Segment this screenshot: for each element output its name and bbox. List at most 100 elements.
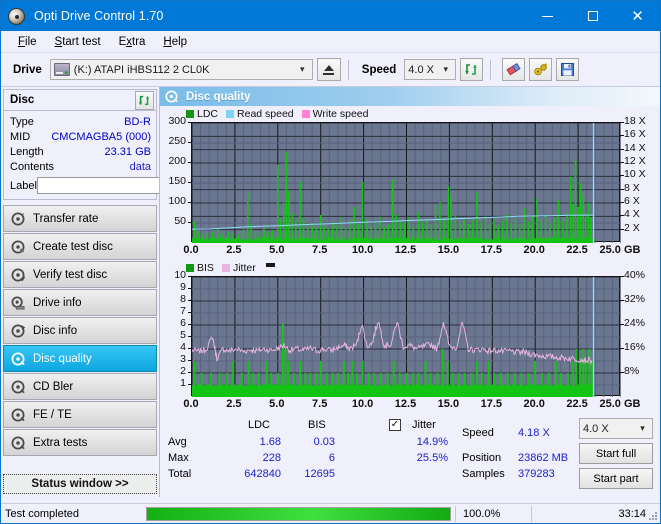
- drive-select-value: (K:) ATAPI iHBS112 2 CL0K: [73, 63, 210, 76]
- stats-col-bis: BIS: [308, 419, 326, 431]
- chart-bottom-ytickmark: [188, 324, 191, 325]
- chevron-down-icon: ▾: [300, 64, 305, 74]
- disc-bler-icon: [11, 380, 25, 394]
- chart-bottom-ytick: 2: [180, 365, 186, 377]
- tools-button[interactable]: [529, 58, 553, 81]
- jitter-checkbox[interactable]: ✓: [389, 419, 401, 431]
- eject-button[interactable]: [316, 58, 341, 81]
- panel-header: Disc quality: [160, 87, 660, 106]
- stats-samples-value: 379283: [518, 468, 555, 480]
- app-window: Opti Drive Control 1.70 ✕ File Start tes…: [0, 0, 661, 524]
- maximize-button[interactable]: [570, 1, 615, 31]
- disc-label-label: Label: [10, 179, 37, 192]
- sidebar-item-create-test-disc[interactable]: Create test disc: [3, 233, 157, 260]
- stats-speed-label: Speed: [462, 427, 494, 439]
- legend-bis: BIS: [186, 262, 214, 274]
- chart-top-ytickmark: [188, 202, 191, 203]
- status-text: Test completed: [5, 507, 79, 520]
- legend-label: Write speed: [312, 107, 369, 120]
- chart-top-y2tick: 4 X: [624, 208, 640, 221]
- menu-item-start-test[interactable]: Start test: [46, 34, 110, 50]
- sidebar-item-drive-info[interactable]: Drive info: [3, 289, 157, 316]
- top-chart-legend: LDC Read speed Write speed: [162, 107, 658, 120]
- save-button[interactable]: [556, 58, 580, 81]
- eject-icon: [323, 64, 334, 71]
- stats-avg-ldc: 1.68: [259, 436, 281, 448]
- maximize-icon: [587, 11, 598, 21]
- sidebar-item-disc-quality[interactable]: Disc quality: [3, 345, 157, 372]
- chart-bottom-ytick: 10: [174, 269, 186, 281]
- resize-grip[interactable]: [648, 511, 658, 521]
- refresh-icon: [139, 95, 150, 105]
- chart-top-ytick: 150: [168, 175, 186, 187]
- legend-swatch-read-speed: [226, 109, 235, 118]
- bottom-chart[interactable]: 1 2 3 4 5 6 7 8 9 10 8% 16% 24% 32% 40% 0.0 2.5 5.0 7.5 10.…: [162, 269, 658, 414]
- chart-bottom-y2tick: 40%: [624, 269, 646, 281]
- speed-label: Speed: [361, 63, 397, 76]
- chart-bottom-plot-area: [191, 276, 621, 397]
- drive-select[interactable]: (K:) ATAPI iHBS112 2 CL0K ▾: [49, 59, 313, 80]
- disc-refresh-button[interactable]: [135, 90, 154, 110]
- disc-info-icon: [11, 324, 25, 338]
- menu-item-file[interactable]: File: [9, 34, 46, 50]
- chart-bottom-ytick: 8: [180, 293, 186, 305]
- elapsed-time: 33:14: [531, 505, 660, 522]
- disc-test-icon: [11, 212, 25, 226]
- stats-row-max: Max: [168, 452, 189, 464]
- chevron-down-icon: ▾: [640, 423, 645, 433]
- refresh-button[interactable]: [460, 58, 484, 81]
- sidebar-item-verify-test-disc[interactable]: Verify test disc: [3, 261, 157, 288]
- start-part-button[interactable]: Start part: [579, 468, 653, 489]
- stats-total-bis: 12695: [304, 468, 335, 480]
- sidebar-item-disc-info[interactable]: Disc info: [3, 317, 157, 344]
- menu-item-extra[interactable]: Extra: [110, 34, 155, 50]
- speed-select-value: 4.0 X: [408, 63, 434, 76]
- erase-button[interactable]: [502, 58, 526, 81]
- bottom-chart-legend: BIS Jitter: [162, 261, 658, 274]
- sidebar-item-transfer-rate[interactable]: Transfer rate: [3, 205, 157, 232]
- drive-icon: [11, 296, 25, 310]
- drive-label: Drive: [13, 63, 42, 76]
- chart-top-y2tick: 16 X: [624, 128, 646, 141]
- chart-top-y2tickmark: [620, 122, 624, 123]
- app-disc-icon: [8, 7, 25, 25]
- minimize-button[interactable]: [525, 1, 570, 31]
- chart-bottom-ytick: 7: [180, 305, 186, 317]
- test-speed-value: 4.0 X: [583, 422, 609, 435]
- legend-label: Jitter: [232, 261, 256, 274]
- chart-bottom-y2tickmark: [620, 300, 624, 301]
- chart-bottom-y2tickmark: [620, 276, 624, 277]
- sidebar-item-extra-tests[interactable]: Extra tests: [3, 429, 157, 456]
- start-full-button[interactable]: Start full: [579, 443, 653, 464]
- chart-bottom-ytick: 3: [180, 353, 186, 365]
- chart-bottom-ytick: 4: [180, 341, 186, 353]
- chart-top-y2tickmark: [620, 148, 624, 150]
- disc-panel-title: Disc: [10, 94, 35, 106]
- chart-bottom-svg: [192, 277, 621, 397]
- disc-row-contents: Contents data: [10, 159, 151, 174]
- chart-top-ytick: 50: [174, 215, 186, 227]
- stats-position-label: Position: [462, 452, 502, 464]
- top-chart[interactable]: 50 100 150 200 250 300 2 X4 X6 X8 X 10 X 12 X 14 …: [162, 115, 658, 260]
- stats-position-value: 23862 MB: [518, 452, 569, 464]
- speed-select[interactable]: 4.0 X ▾: [404, 59, 457, 80]
- sidebar-item-cd-bler[interactable]: CD Bler: [3, 373, 157, 400]
- stats-area: LDC BIS Avg Max Total 1.68 228 642840 0.…: [160, 414, 660, 489]
- chart-top-xtick: 25.0 GB: [599, 244, 641, 256]
- disc-type-value: BD-R: [124, 115, 151, 128]
- test-speed-select[interactable]: 4.0 X ▾: [579, 418, 653, 439]
- chart-top-y2tickmark: [620, 162, 624, 163]
- menu-item-help[interactable]: Help: [154, 34, 196, 50]
- close-button[interactable]: ✕: [615, 1, 660, 31]
- legend-swatch-write-speed: [301, 109, 310, 118]
- stats-max-bis: 6: [328, 452, 335, 464]
- legend-swatch-bis: [186, 263, 194, 272]
- status-bar: Test completed 100.0% 33:14: [1, 503, 660, 523]
- disc-type-label: Type: [10, 115, 34, 128]
- sidebar-item-label: Transfer rate: [33, 212, 99, 225]
- sidebar-item-fe-te[interactable]: FE / TE: [3, 401, 157, 428]
- chart-bottom-ytickmark: [188, 336, 191, 337]
- stats-jitter-avg: 14.9%: [416, 436, 448, 448]
- chart-bottom-y2tick: 24%: [624, 317, 646, 329]
- status-window-button[interactable]: Status window >>: [3, 474, 157, 494]
